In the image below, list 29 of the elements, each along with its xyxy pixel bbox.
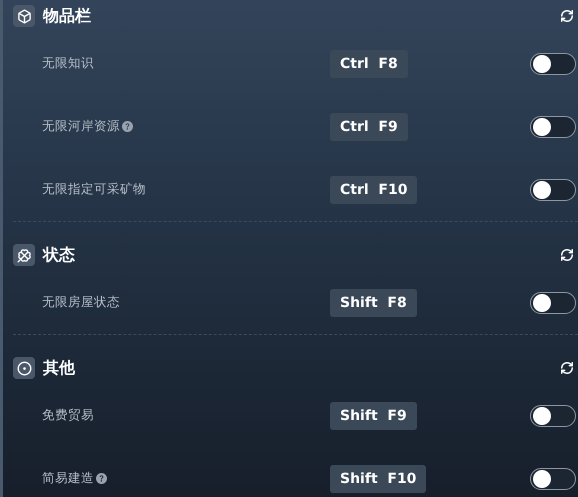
hotkey-badge[interactable]: Ctrl F9 xyxy=(330,112,408,140)
section-icon xyxy=(13,5,35,27)
option-label: 无限房屋状态 xyxy=(42,294,120,311)
option-label: 无限知识 xyxy=(42,55,94,72)
option-label: 无限指定可采矿物 xyxy=(42,181,146,198)
section-title: 状态 xyxy=(43,244,76,266)
toggle-switch[interactable] xyxy=(530,52,576,74)
toggle-switch[interactable] xyxy=(530,468,576,490)
refresh-icon[interactable] xyxy=(560,361,574,375)
toggle-switch[interactable] xyxy=(530,292,576,314)
refresh-icon[interactable] xyxy=(560,248,574,262)
section-title: 其他 xyxy=(43,358,76,378)
option-label: 简易建造 xyxy=(42,470,94,487)
help-icon[interactable] xyxy=(122,121,133,132)
toggle-switch[interactable] xyxy=(530,404,576,426)
hotkey-badge[interactable]: Shift F10 xyxy=(330,464,426,492)
hotkey-badge[interactable]: Ctrl F8 xyxy=(330,50,408,78)
hotkey-badge[interactable]: Shift F9 xyxy=(330,402,417,430)
section-icon xyxy=(13,244,35,266)
option-label: 无限河岸资源 xyxy=(42,118,120,135)
toggle-switch[interactable] xyxy=(530,178,576,200)
toggle-switch[interactable] xyxy=(530,116,576,138)
hotkey-badge[interactable]: Ctrl F10 xyxy=(330,176,418,204)
option-label: 免费贸易 xyxy=(42,407,94,424)
section-title: 物品栏 xyxy=(43,6,92,26)
help-icon[interactable] xyxy=(96,473,107,484)
hotkey-badge[interactable]: Shift F8 xyxy=(330,288,417,316)
section-icon xyxy=(13,357,35,379)
refresh-icon[interactable] xyxy=(560,9,574,23)
